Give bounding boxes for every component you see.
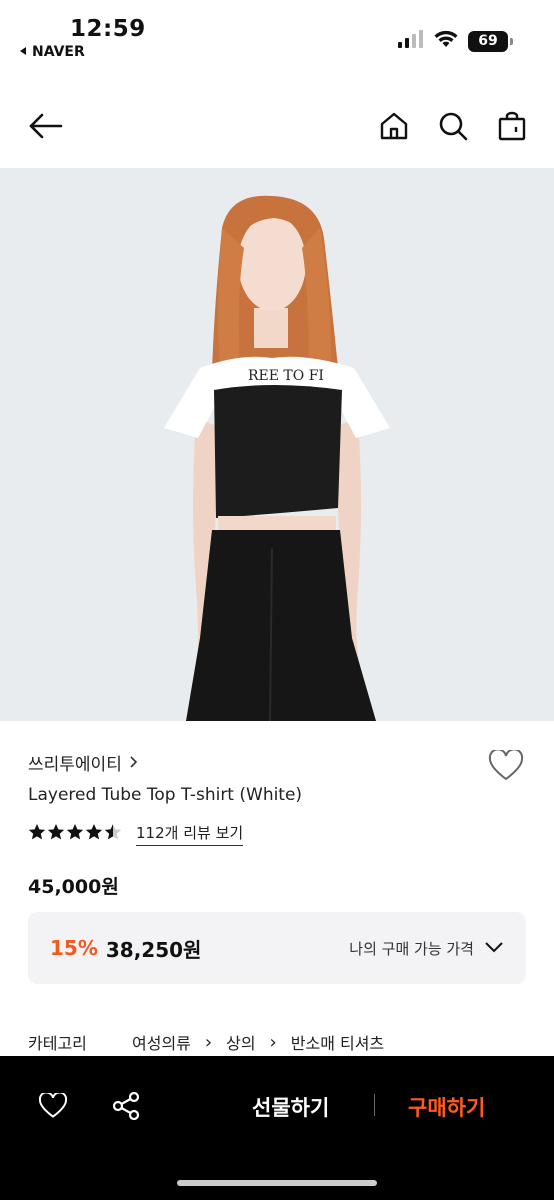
shopping-bag-icon[interactable] bbox=[492, 106, 532, 146]
chevron-right-icon: › bbox=[204, 1031, 213, 1053]
star-rating-icon bbox=[28, 823, 124, 845]
status-bar: 12:59 NAVER 69 bbox=[0, 0, 554, 70]
category-label: 카테고리 bbox=[28, 1034, 87, 1053]
discount-percent: 15% bbox=[50, 936, 98, 960]
status-time: 12:59 bbox=[70, 16, 146, 42]
brand-link[interactable]: 쓰리투에이티 bbox=[28, 750, 138, 775]
cellular-signal-icon bbox=[398, 30, 424, 52]
divider bbox=[374, 1094, 375, 1116]
rating-row: 112개 리뷰 보기 bbox=[28, 822, 244, 846]
my-price-panel[interactable]: 15% 38,250원 나의 구매 가능 가격 bbox=[28, 912, 526, 984]
brand-name: 쓰리투에이티 bbox=[28, 755, 122, 775]
wishlist-heart-icon[interactable] bbox=[486, 748, 526, 784]
bottom-action-bar: 선물하기 구매하기 bbox=[0, 1056, 554, 1200]
search-icon[interactable] bbox=[433, 106, 473, 146]
wifi-icon bbox=[434, 30, 458, 52]
product-image[interactable]: REE TO FI bbox=[0, 168, 554, 721]
model-illustration: REE TO FI bbox=[0, 168, 554, 721]
my-price-label: 나의 구매 가능 가격 bbox=[349, 939, 474, 958]
my-price-label-group: 나의 구매 가능 가격 bbox=[349, 938, 504, 959]
home-indicator bbox=[177, 1180, 377, 1186]
breadcrumb-item[interactable]: 상의 bbox=[226, 1030, 255, 1054]
chevron-down-icon bbox=[484, 939, 504, 957]
gift-button[interactable]: 선물하기 bbox=[252, 1092, 329, 1122]
status-indicators: 69 bbox=[398, 30, 513, 52]
small-back-triangle-icon bbox=[18, 44, 28, 60]
top-navigation bbox=[0, 92, 554, 162]
breadcrumb-item[interactable]: 반소매 티셔츠 bbox=[291, 1030, 384, 1054]
home-icon[interactable] bbox=[374, 106, 414, 146]
share-icon[interactable] bbox=[106, 1086, 146, 1126]
review-link[interactable]: 112개 리뷰 보기 bbox=[136, 822, 244, 846]
heart-icon[interactable] bbox=[33, 1086, 73, 1126]
chevron-right-icon bbox=[130, 753, 138, 773]
svg-text:REE TO FI: REE TO FI bbox=[248, 368, 324, 384]
back-arrow-icon[interactable] bbox=[26, 106, 66, 146]
battery-icon: 69 bbox=[468, 30, 513, 52]
buy-button[interactable]: 구매하기 bbox=[408, 1092, 485, 1122]
discount-price: 38,250원 bbox=[105, 937, 202, 962]
breadcrumb-item[interactable]: 여성의류 bbox=[132, 1030, 191, 1054]
product-title: Layered Tube Top T-shirt (White) bbox=[28, 785, 303, 805]
chevron-right-icon: › bbox=[269, 1031, 277, 1053]
back-to-app-link[interactable]: NAVER bbox=[18, 44, 85, 60]
back-app-label: NAVER bbox=[32, 44, 85, 60]
original-price: 45,000원 bbox=[28, 876, 119, 898]
breadcrumb: 여성의류 › 상의 › 반소매 티셔츠 bbox=[132, 1030, 384, 1054]
category-breadcrumb: 카테고리 여성의류 › 상의 › 반소매 티셔츠 bbox=[28, 1030, 384, 1054]
